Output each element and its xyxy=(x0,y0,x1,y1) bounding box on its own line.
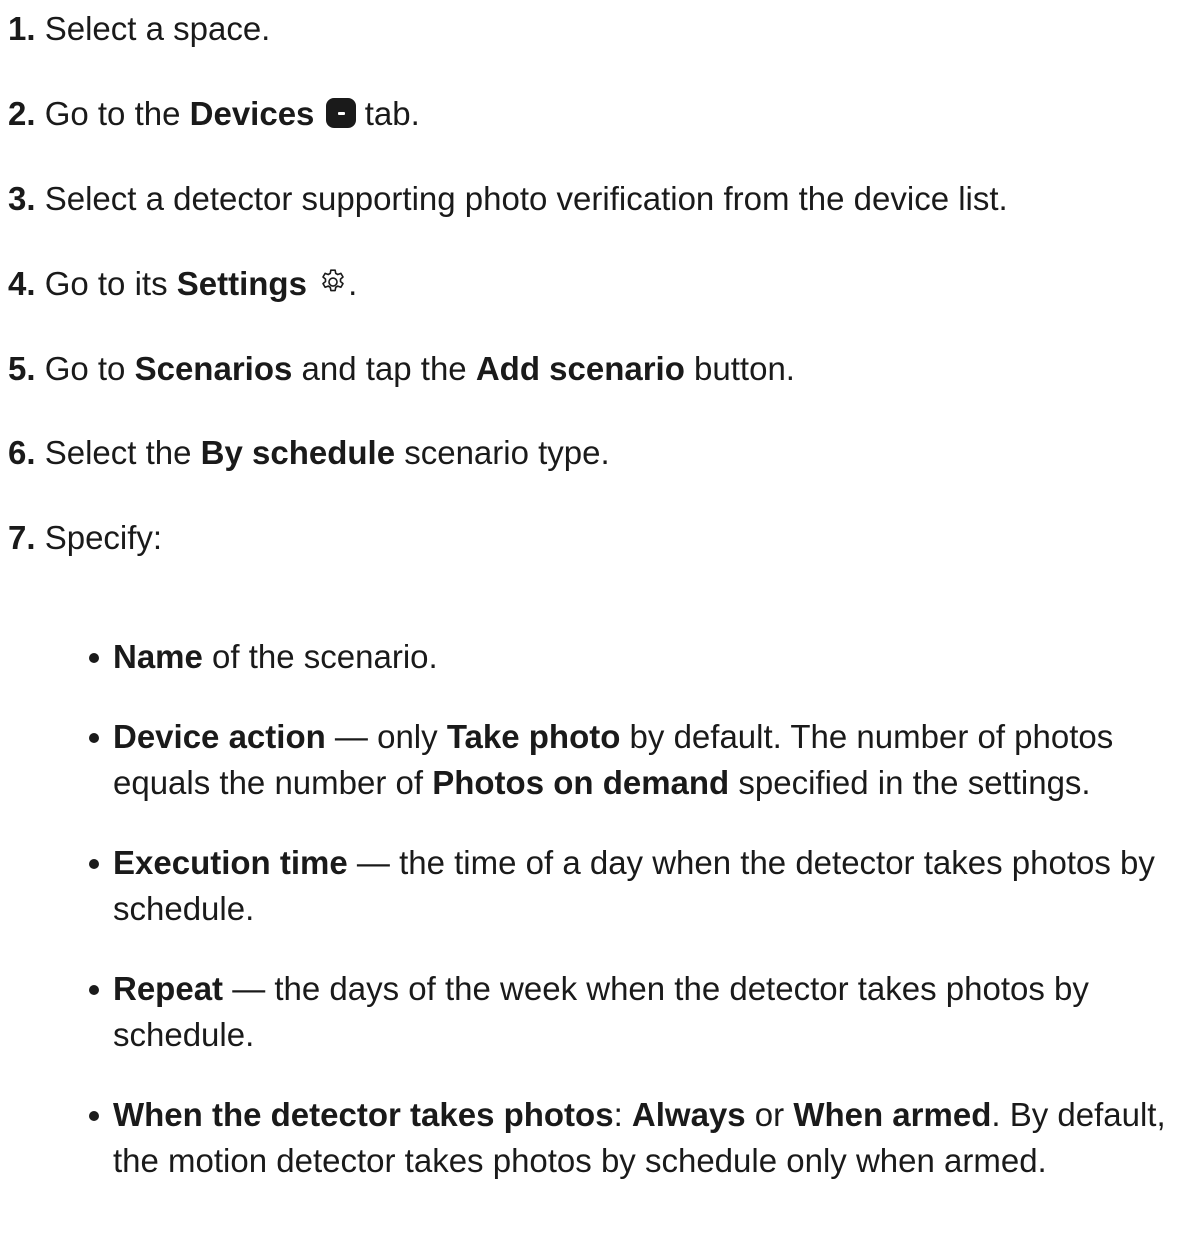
step-text: Go to its xyxy=(44,264,177,302)
item-term: Name xyxy=(113,638,203,676)
step-3: 3. Select a detector supporting photo ve… xyxy=(8,178,1203,221)
instructions-document: 1. Select a space. 2. Go to the Devices … xyxy=(0,0,1203,1260)
step-number: 1. xyxy=(8,10,36,47)
devices-tab-icon xyxy=(325,97,356,128)
item-text: of the scenario. xyxy=(202,638,438,676)
step-text: and tap the xyxy=(292,349,476,387)
step-text: Go to the xyxy=(44,94,190,132)
step-text: Go to xyxy=(44,349,135,387)
step-number: 4. xyxy=(8,264,36,302)
list-item: Repeat — the days of the week when the d… xyxy=(8,966,1203,1059)
step-4: 4. Go to its Settings . xyxy=(8,263,1203,306)
specify-list: Name of the scenario. Device action — on… xyxy=(8,634,1203,1185)
step-2: 2. Go to the Devices tab. xyxy=(8,93,1203,136)
step-text: Select a detector supporting photo verif… xyxy=(44,179,1008,217)
gear-icon xyxy=(322,268,344,291)
step-number: 5. xyxy=(8,349,36,387)
step-number: 7. xyxy=(8,519,36,557)
list-item: Execution time — the time of a day when … xyxy=(8,840,1203,933)
step-text: Select the xyxy=(44,434,201,472)
step-text: Select a space. xyxy=(44,10,271,47)
item-term: Always xyxy=(631,1095,746,1133)
step-text: Specify: xyxy=(44,519,163,557)
step-5: 5. Go to Scenarios and tap the Add scena… xyxy=(8,348,1203,391)
step-number: 2. xyxy=(8,94,36,132)
step-text: tab. xyxy=(355,94,420,132)
scenarios-label: Scenarios xyxy=(134,349,293,387)
item-term: Execution time xyxy=(113,843,348,881)
step-1: 1. Select a space. xyxy=(8,8,1203,51)
item-term: Take photo xyxy=(446,717,621,755)
settings-label: Settings xyxy=(176,264,307,302)
step-number: 6. xyxy=(8,434,36,472)
step-text: . xyxy=(348,264,358,302)
step-number: 3. xyxy=(8,179,36,217)
list-item: Device action — only Take photo by defau… xyxy=(8,714,1203,807)
item-text: specified in the settings. xyxy=(729,764,1091,802)
add-scenario-label: Add scenario xyxy=(475,349,685,387)
item-text: or xyxy=(745,1095,794,1133)
list-item: Name of the scenario. xyxy=(8,634,1203,681)
item-term: Device action xyxy=(113,717,326,755)
item-text: — only xyxy=(325,717,447,755)
list-item: When the detector takes photos: Always o… xyxy=(8,1092,1203,1185)
step-6: 6. Select the By schedule scenario type. xyxy=(8,432,1203,475)
item-term: Photos on demand xyxy=(432,764,730,802)
item-term: When the detector takes photos xyxy=(113,1095,614,1133)
item-text: : xyxy=(613,1095,632,1133)
step-text: scenario type. xyxy=(395,434,610,472)
item-term: When armed xyxy=(793,1095,992,1133)
by-schedule-label: By schedule xyxy=(200,434,396,472)
step-7: 7. Specify: xyxy=(8,517,1203,560)
item-text: — the days of the week when the detector… xyxy=(113,969,1089,1054)
item-term: Repeat xyxy=(113,969,224,1007)
step-text: button. xyxy=(684,349,795,387)
devices-label: Devices xyxy=(189,94,315,132)
